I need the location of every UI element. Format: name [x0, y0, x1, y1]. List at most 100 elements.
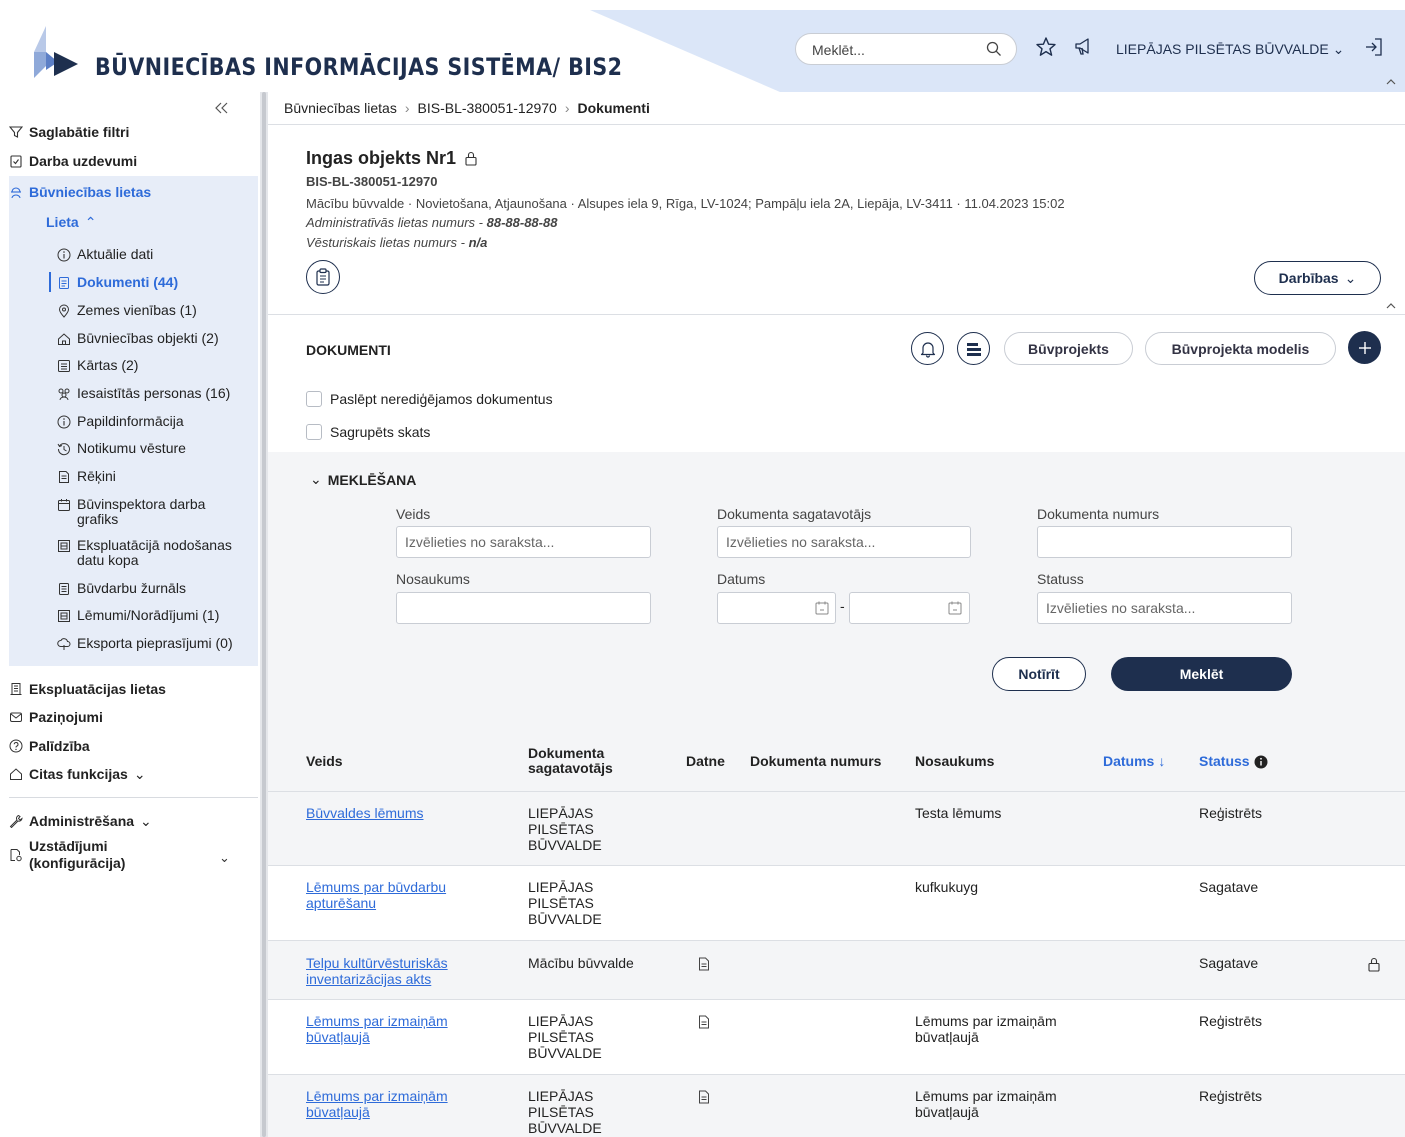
nav-settings[interactable]: Uzstādījumi (konfigurācija) — [9, 838, 159, 878]
breadcrumb-current: Dokumenti — [577, 100, 650, 116]
nav-construction-cases[interactable]: Būvniecības lietas — [9, 178, 151, 206]
checkbox-box[interactable] — [306, 424, 322, 440]
global-search[interactable] — [795, 33, 1017, 65]
column-date[interactable]: Datums ↓ — [1103, 754, 1165, 769]
status-select[interactable] — [1037, 592, 1292, 624]
calendar-icon[interactable] — [814, 600, 830, 616]
nav-other-functions[interactable]: Citas funkcijas ⌄ — [9, 760, 146, 788]
chevron-down-icon[interactable]: ⌄ — [219, 850, 230, 866]
sidebar-item-invoices[interactable]: Rēķini — [57, 469, 116, 484]
add-document-button[interactable] — [1348, 331, 1381, 364]
sidebar-item-export-requests[interactable]: Eksporta pieprasījumi (0) — [57, 636, 233, 651]
nav-saved-filters[interactable]: Saglabātie filtri — [9, 118, 129, 146]
organization-select[interactable]: LIEPĀJAS PILSĒTAS BŪVVALDE ⌄ — [1116, 41, 1344, 58]
checkbox-box[interactable] — [306, 391, 322, 407]
search-button[interactable]: Meklēt — [1111, 657, 1292, 691]
preparer-select[interactable] — [717, 526, 971, 558]
app-title: BŪVNIECĪBAS INFORMĀCIJAS SISTĒMA/ BIS2 — [95, 53, 623, 81]
star-icon[interactable] — [1035, 36, 1057, 58]
lock-icon — [465, 151, 477, 166]
column-preparer[interactable]: Dokumenta sagatavotājs — [528, 746, 638, 776]
nav-tasks[interactable]: Darba uzdevumi — [9, 147, 137, 175]
nav-notifications[interactable]: Paziņojumi — [9, 703, 103, 731]
row-preparer: LIEPĀJAS PILSĒTAS BŪVVALDE — [528, 1088, 602, 1136]
file-icon[interactable] — [698, 957, 710, 971]
nav-operation-cases[interactable]: Ekspluatācijas lietas — [9, 675, 166, 703]
megaphone-icon[interactable] — [1073, 36, 1095, 58]
nav-construction-cases-label: Būvniecības lietas — [29, 184, 152, 200]
row-type-link[interactable]: Lēmums par izmaiņām būvatļaujā — [306, 1013, 471, 1045]
collapse-header-icon[interactable] — [1385, 300, 1397, 312]
help-icon — [9, 739, 23, 753]
sidebar-item-inspector-schedule[interactable]: Būvinspektora darba grafiks — [57, 497, 247, 527]
file-icon[interactable] — [698, 1015, 710, 1029]
row-type-link[interactable]: Lēmums par būvdarbu apturēšanu — [306, 879, 471, 911]
clipboard-icon — [10, 155, 22, 168]
sidebar-item-label: Iesaistītās personas (16) — [77, 385, 231, 401]
subscribe-button[interactable] — [911, 332, 944, 365]
search-icon[interactable] — [986, 41, 1002, 57]
column-file[interactable]: Datne — [686, 754, 725, 769]
column-number[interactable]: Dokumenta numurs — [750, 754, 881, 769]
stack-view-button[interactable] — [957, 332, 990, 365]
document-number-input[interactable] — [1037, 526, 1292, 558]
name-input[interactable] — [396, 592, 651, 624]
header-collapse-icon[interactable] — [1385, 76, 1397, 88]
table-row[interactable]: Lēmums par būvdarbu apturēšanu LIEPĀJAS … — [268, 866, 1405, 940]
nav-administration[interactable]: Administrēšana ⌄ — [9, 807, 152, 835]
file-icon[interactable] — [698, 1090, 710, 1104]
sidebar-scrollbar-thumb[interactable] — [262, 92, 266, 1137]
sidebar-item-current-data[interactable]: Aktuālie dati — [57, 247, 153, 262]
logout-icon[interactable] — [1363, 36, 1385, 58]
sidebar-item-additional-info[interactable]: Papildinformācija — [57, 414, 184, 429]
column-name[interactable]: Nosaukums — [915, 754, 994, 769]
hide-noneditable-checkbox[interactable]: Paslēpt nerediģējamos dokumentus — [306, 391, 553, 407]
divider — [268, 314, 1405, 315]
search-panel-toggle[interactable]: ⌄ MEKLĒŠANA — [310, 471, 416, 488]
sidebar-item-label: Būvdarbu žurnāls — [77, 580, 186, 596]
info-filled-icon[interactable] — [1254, 755, 1268, 769]
case-group-toggle[interactable]: Lieta ⌃ — [46, 208, 96, 236]
info-icon — [57, 415, 71, 429]
admin-case-value: 88-88-88-88 — [486, 215, 558, 230]
table-row[interactable]: Būvvaldes lēmums LIEPĀJAS PILSĒTAS BŪVVA… — [268, 792, 1405, 865]
row-type-link[interactable]: Būvvaldes lēmums — [306, 805, 476, 821]
breadcrumb-item[interactable]: Būvniecības lietas — [284, 100, 397, 116]
row-name: kufkukuyg — [915, 879, 979, 895]
worker-icon — [11, 187, 21, 199]
name-label: Nosaukums — [396, 571, 470, 587]
sidebar-item-handover-dataset[interactable]: Ekspluatācijā nodošanas datu kopa — [57, 538, 247, 568]
table-row[interactable]: Telpu kultūrvēsturiskās inventarizācijas… — [268, 941, 1405, 999]
clear-button[interactable]: Notīrīt — [992, 657, 1086, 691]
table-row[interactable]: Lēmums par izmaiņām būvatļaujā LIEPĀJAS … — [268, 1000, 1405, 1074]
sidebar-item-history[interactable]: Notikumu vēsture — [57, 441, 186, 456]
buvprojekta-modelis-button[interactable]: Būvprojekta modelis — [1145, 332, 1336, 365]
calendar-icon[interactable] — [947, 600, 963, 616]
row-type-link[interactable]: Lēmums par izmaiņām būvatļaujā — [306, 1088, 471, 1120]
sidebar-item-persons[interactable]: Iesaistītās personas (16) — [57, 386, 230, 401]
column-status[interactable]: Statuss — [1199, 754, 1268, 769]
sidebar-item-stages[interactable]: Kārtas (2) — [57, 358, 138, 373]
date-label: Datums — [717, 571, 766, 587]
sidebar-item-construction-objects[interactable]: Būvniecības objekti (2) — [57, 331, 219, 346]
sidebar-item-land-units[interactable]: Zemes vienības (1) — [57, 303, 197, 318]
buvprojekts-button[interactable]: Būvprojekts — [1004, 332, 1133, 365]
collapse-sidebar-icon[interactable] — [212, 100, 230, 116]
breadcrumb-item[interactable]: BIS-BL-380051-12970 — [418, 100, 557, 116]
bis-logo — [34, 26, 78, 78]
journal-icon — [59, 583, 69, 595]
type-select[interactable] — [396, 526, 651, 558]
table-row[interactable]: Lēmums par izmaiņām būvatļaujā LIEPĀJAS … — [268, 1075, 1405, 1137]
column-type[interactable]: Veids — [306, 754, 343, 769]
case-summary-button[interactable] — [306, 260, 340, 294]
sidebar-item-decisions[interactable]: Lēmumi/Norādījumi (1) — [57, 608, 219, 623]
sidebar-item-documents[interactable]: Dokumenti (44) — [57, 275, 178, 290]
actions-dropdown[interactable]: Darbības ⌄ — [1254, 261, 1381, 295]
row-type-link[interactable]: Telpu kultūrvēsturiskās inventarizācijas… — [306, 955, 471, 987]
global-search-input[interactable] — [812, 40, 972, 60]
sidebar-item-works-journal[interactable]: Būvdarbu žurnāls — [57, 581, 186, 596]
date-range-separator: - — [840, 598, 845, 614]
grouped-view-checkbox[interactable]: Sagrupēts skats — [306, 424, 430, 440]
nav-help[interactable]: Palīdzība — [9, 732, 90, 760]
settings-document-icon — [10, 849, 22, 862]
